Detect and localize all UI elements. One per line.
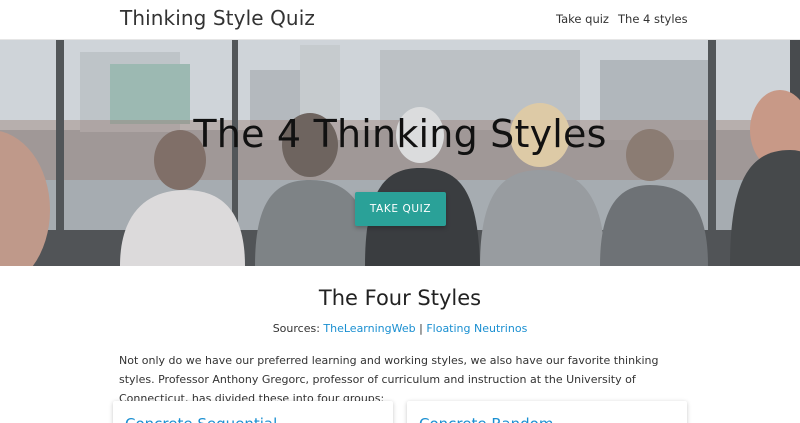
card-title[interactable]: Concrete Random — [419, 415, 553, 423]
style-card-concrete-sequential[interactable]: Concrete Sequential — [113, 401, 393, 423]
top-navbar: Thinking Style Quiz Take quiz The 4 styl… — [0, 0, 800, 40]
source-link-floating-neutrinos[interactable]: Floating Neutrinos — [426, 322, 527, 335]
style-card-concrete-random[interactable]: Concrete Random — [407, 401, 687, 423]
sources-label: Sources: — [272, 322, 320, 335]
source-link-thelearningweb[interactable]: TheLearningWeb — [323, 322, 415, 335]
sources-separator: | — [419, 322, 423, 335]
intro-paragraph: Not only do we have our preferred learni… — [119, 354, 659, 405]
take-quiz-button[interactable]: TAKE QUIZ — [355, 192, 446, 226]
nav-link-four-styles[interactable]: The 4 styles — [618, 12, 688, 26]
section-title: The Four Styles — [318, 286, 482, 310]
nav-link-take-quiz[interactable]: Take quiz — [556, 12, 609, 26]
hero-banner: The 4 Thinking Styles TAKE QUIZ — [0, 40, 800, 266]
site-brand-link[interactable]: Thinking Style Quiz — [120, 6, 315, 30]
card-title[interactable]: Concrete Sequential — [125, 415, 277, 423]
hero-title: The 4 Thinking Styles — [193, 112, 607, 156]
sources-line: Sources: TheLearningWeb | Floating Neutr… — [0, 322, 800, 335]
